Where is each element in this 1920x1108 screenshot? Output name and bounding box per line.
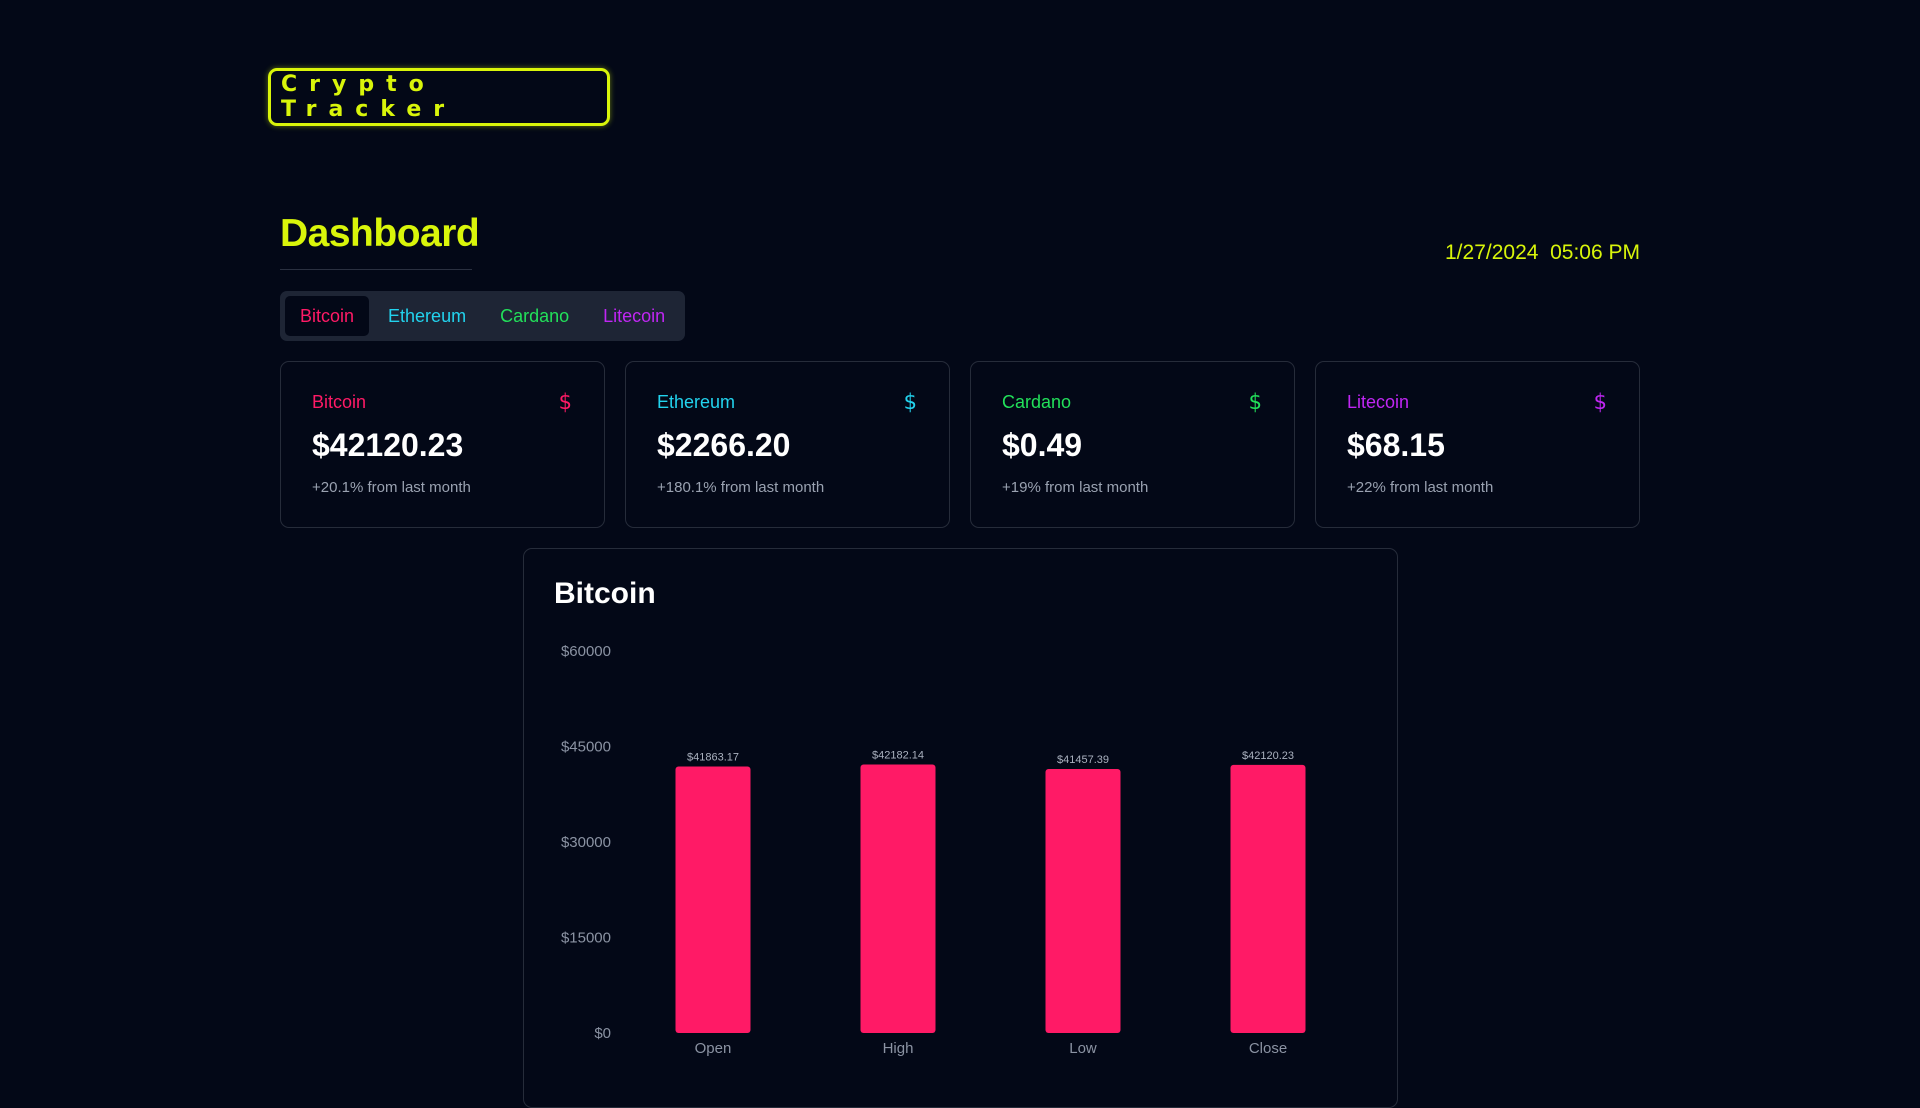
current-time: 05:06 PM (1550, 241, 1640, 264)
dollar-icon: $ (903, 390, 917, 414)
x-tick-label: Close (1249, 1040, 1287, 1057)
bar (1230, 764, 1306, 1033)
app-logo-text: Crypto Tracker (281, 72, 457, 122)
page-title: Dashboard (280, 212, 480, 255)
bar-value-label: $41457.39 (1057, 754, 1109, 766)
card-litecoin: Litecoin $ $68.15 +22% from last month (1315, 361, 1640, 528)
dollar-icon: $ (1248, 390, 1262, 414)
current-date: 1/27/2024 (1445, 241, 1539, 264)
dollar-icon: $ (558, 390, 572, 414)
bar-chart: $0 $15000 $30000 $45000 $60000 $41863.17 Open $… (561, 643, 1306, 1057)
bar-value-label: $42182.14 (872, 749, 924, 761)
tab-litecoin[interactable]: Litecoin (588, 296, 680, 336)
app-logo: Crypto Tracker (268, 68, 610, 126)
bar (1045, 769, 1121, 1033)
card-price: $68.15 (1347, 427, 1445, 463)
card-price: $2266.20 (657, 427, 791, 463)
y-tick-label: $30000 (561, 834, 611, 851)
coin-tabs: Bitcoin Ethereum Cardano Litecoin (280, 291, 686, 341)
card-change: +19% from last month (1002, 479, 1149, 496)
bar-value-label: $41863.17 (687, 751, 739, 763)
y-tick-label: $15000 (561, 930, 611, 947)
bar (675, 766, 751, 1033)
y-tick-label: $45000 (561, 739, 611, 756)
card-cardano: Cardano $ $0.49 +19% from last month (970, 361, 1295, 528)
card-change: +180.1% from last month (657, 479, 825, 496)
dollar-icon: $ (1593, 390, 1607, 414)
bar-value-label: $42120.23 (1242, 750, 1294, 762)
price-chart-card: Bitcoin $0 $15000 $30000 $45000 $60000 $41863… (523, 548, 1398, 1108)
card-coin-name: Ethereum (657, 392, 736, 412)
card-price: $0.49 (1002, 427, 1083, 463)
x-tick-label: Low (1069, 1040, 1097, 1057)
card-ethereum: Ethereum $ $2266.20 +180.1% from last mo… (625, 361, 950, 528)
tab-cardano[interactable]: Cardano (485, 296, 584, 336)
bar (860, 764, 936, 1033)
x-tick-label: High (883, 1040, 914, 1057)
card-coin-name: Cardano (1002, 392, 1072, 412)
x-tick-label: Open (695, 1040, 732, 1057)
card-coin-name: Litecoin (1347, 392, 1410, 412)
card-change: +20.1% from last month (312, 479, 471, 496)
card-change: +22% from last month (1347, 479, 1494, 496)
card-price: $42120.23 (312, 427, 464, 463)
y-tick-label: $60000 (561, 643, 611, 660)
datetime-display: 1/27/2024 05:06 PM (1445, 241, 1640, 265)
card-bitcoin: Bitcoin $ $42120.23 +20.1% from last mon… (280, 361, 605, 528)
card-coin-name: Bitcoin (312, 392, 367, 412)
tab-bitcoin[interactable]: Bitcoin (285, 296, 370, 336)
price-cards: Bitcoin $ $42120.23 +20.1% from last mon… (280, 361, 1640, 528)
title-divider (280, 269, 472, 270)
y-tick-label: $0 (594, 1025, 611, 1042)
tab-ethereum[interactable]: Ethereum (373, 296, 481, 336)
